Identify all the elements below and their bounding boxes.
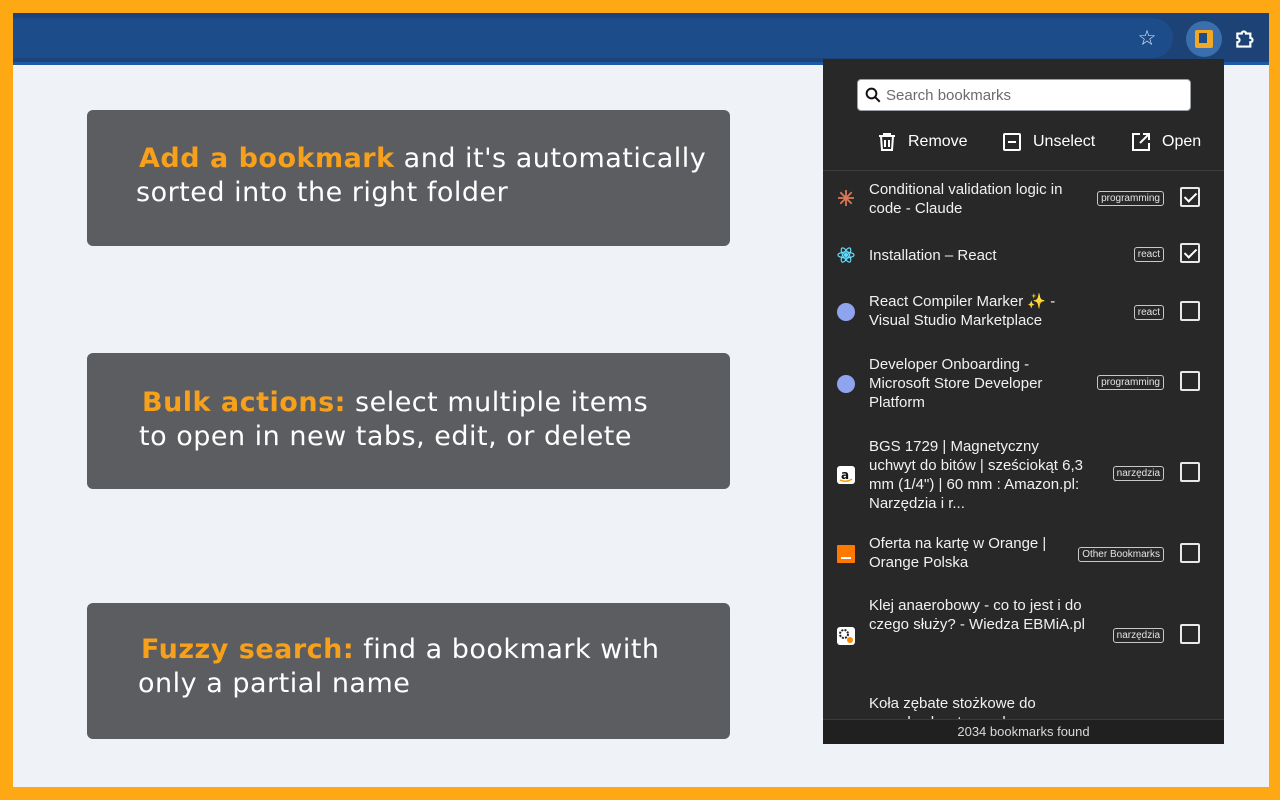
- open-external-icon: [1132, 133, 1150, 151]
- globe-icon: [837, 375, 855, 393]
- search-icon: [865, 87, 881, 103]
- select-checkbox[interactable]: [1180, 371, 1200, 391]
- folder-tag: Other Bookmarks: [1078, 547, 1164, 562]
- bookmark-title: Koła zębate stożkowe do napędu chwytacza…: [869, 695, 1036, 719]
- bookmark-title: React Compiler Marker ✨ - Visual Studio …: [869, 293, 1056, 329]
- bookmark-title: Conditional validation logic in code - C…: [869, 181, 1063, 217]
- browser-toolbar: ☆: [13, 13, 1269, 65]
- bookmark-title: Oferta na kartę w Orange | Orange Polska: [869, 535, 1047, 571]
- feature-card-add: Add a bookmark and it's automatically so…: [87, 110, 730, 246]
- bookmark-row[interactable]: Oferta na kartę w Orange | Orange Polska…: [823, 525, 1224, 583]
- screenshot-stage: ☆ Add a bookmark and it's automatically …: [13, 13, 1269, 787]
- claude-icon: [837, 189, 855, 207]
- bookmark-row[interactable]: Developer Onboarding - Microsoft Store D…: [823, 341, 1224, 421]
- open-button[interactable]: Open: [1132, 127, 1201, 157]
- folder-tag: narzędzia: [1112, 466, 1164, 481]
- feature-card-bulk: Bulk actions: select multiple items to o…: [87, 353, 730, 489]
- feature-text: and it's automatically: [394, 143, 707, 174]
- react-icon: [837, 246, 855, 264]
- bookmark-row[interactable]: Klej anaerobowy - co to jest i do czego …: [823, 583, 1224, 663]
- folder-tag: react: [1133, 247, 1164, 262]
- feature-highlight: Fuzzy search:: [141, 634, 355, 665]
- bookmark-row[interactable]: Conditional validation logic in code - C…: [823, 171, 1224, 227]
- bookmark-list: Conditional validation logic in code - C…: [823, 171, 1224, 719]
- remove-button[interactable]: Remove: [878, 127, 968, 157]
- select-checkbox[interactable]: [1180, 462, 1200, 482]
- select-checkbox[interactable]: [1180, 187, 1200, 207]
- select-checkbox[interactable]: [1180, 243, 1200, 263]
- unselect-button[interactable]: Unselect: [1003, 127, 1095, 157]
- bookmark-row[interactable]: Koła zębate stożkowe do napędu chwytacza…: [823, 663, 1224, 719]
- select-checkbox[interactable]: [1180, 543, 1200, 563]
- bookmark-title: BGS 1729 | Magnetyczny uchwyt do bitów |…: [869, 438, 1083, 512]
- unselect-label: Unselect: [1033, 133, 1096, 150]
- feature-text-line2: sorted into the right folder: [136, 177, 509, 208]
- bookmark-title: Installation – React: [869, 247, 997, 264]
- bookmark-row[interactable]: Installation – React react: [823, 227, 1224, 283]
- feature-text-line2: to open in new tabs, edit, or delete: [139, 421, 633, 452]
- feature-text-line1: Fuzzy search: find a bookmark with: [141, 633, 660, 667]
- globe-icon: [837, 303, 855, 321]
- star-icon[interactable]: ☆: [1135, 26, 1159, 50]
- select-checkbox[interactable]: [1180, 624, 1200, 644]
- results-count: 2034 bookmarks found: [823, 719, 1224, 744]
- bookmark-title: Developer Onboarding - Microsoft Store D…: [869, 356, 1043, 411]
- bookmark-extension-button[interactable]: [1186, 21, 1222, 57]
- bookmark-icon: [1195, 30, 1213, 48]
- action-bar: Remove Unselect Open: [823, 127, 1224, 157]
- bookmark-title: Klej anaerobowy - co to jest i do czego …: [869, 597, 1085, 633]
- search-box[interactable]: [857, 79, 1191, 111]
- feature-highlight: Bulk actions:: [142, 387, 346, 418]
- feature-text-line1: Add a bookmark and it's automatically: [139, 142, 706, 176]
- folder-tag: narzędzia: [1112, 628, 1164, 643]
- remove-label: Remove: [908, 133, 968, 150]
- folder-tag: programming: [1097, 375, 1164, 390]
- orange-icon: [837, 545, 855, 563]
- bookmark-row[interactable]: a BGS 1729 | Magnetyczny uchwyt do bitów…: [823, 421, 1224, 525]
- svg-text:a: a: [841, 468, 849, 482]
- open-label: Open: [1162, 133, 1202, 150]
- search-input[interactable]: [886, 80, 1186, 110]
- feature-text: select multiple items: [345, 387, 649, 418]
- minus-box-icon: [1003, 133, 1021, 151]
- ebmia-icon: [837, 627, 855, 645]
- feature-text-line2: only a partial name: [138, 668, 411, 699]
- amazon-icon: a: [837, 466, 855, 484]
- bookmarks-popup: Remove Unselect Open: [823, 59, 1224, 744]
- folder-tag: programming: [1097, 191, 1164, 206]
- address-bar[interactable]: [13, 18, 1173, 58]
- feature-card-fuzzy: Fuzzy search: find a bookmark with only …: [87, 603, 730, 739]
- folder-tag: react: [1133, 305, 1164, 320]
- select-checkbox[interactable]: [1180, 301, 1200, 321]
- bookmark-row[interactable]: React Compiler Marker ✨ - Visual Studio …: [823, 283, 1224, 341]
- trash-icon: [879, 133, 895, 151]
- feature-highlight: Add a bookmark: [139, 143, 395, 174]
- feature-text-line1: Bulk actions: select multiple items: [142, 386, 648, 420]
- feature-text: find a bookmark with: [354, 634, 660, 665]
- puzzle-icon[interactable]: [1233, 26, 1259, 52]
